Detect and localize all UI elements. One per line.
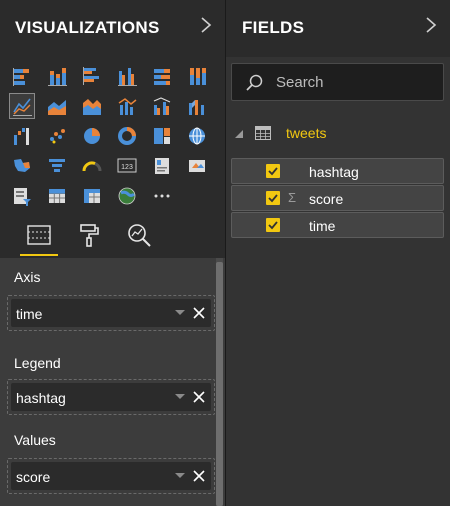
scatter-chart-icon[interactable] — [45, 124, 69, 148]
search-icon — [246, 74, 263, 91]
legend-field-pill[interactable]: hashtag — [11, 383, 211, 411]
pie-chart-icon[interactable] — [80, 124, 104, 148]
field-row[interactable]: hashtag — [231, 158, 444, 184]
gauge-icon[interactable] — [80, 154, 104, 178]
clustered-bar-chart-icon[interactable] — [80, 64, 104, 88]
field-name: score — [309, 191, 344, 207]
treemap-icon[interactable] — [150, 124, 174, 148]
map-icon[interactable] — [185, 124, 209, 148]
visualization-subtabs — [0, 212, 225, 258]
funnel-icon[interactable] — [45, 154, 69, 178]
values-well[interactable]: score — [7, 458, 215, 494]
field-checkbox[interactable] — [266, 164, 280, 178]
legend-dropdown-icon[interactable] — [175, 394, 185, 399]
paint-roller-icon — [80, 224, 99, 247]
axis-field-pill[interactable]: time — [11, 299, 211, 327]
axis-remove-icon[interactable] — [192, 306, 206, 320]
ribbon-chart-icon[interactable] — [185, 94, 209, 118]
waterfall-chart-icon[interactable] — [10, 124, 34, 148]
clustered-column-chart-icon[interactable] — [115, 64, 139, 88]
field-row[interactable]: Σ score — [231, 185, 444, 211]
fields-header: FIELDS — [226, 0, 450, 57]
card-icon[interactable]: 123 — [115, 154, 139, 178]
100pct-stacked-bar-chart-icon[interactable] — [150, 64, 174, 88]
axis-well-label: Axis — [14, 269, 41, 285]
axis-dropdown-icon[interactable] — [175, 310, 185, 315]
100pct-stacked-column-chart-icon[interactable] — [185, 64, 209, 88]
table-icon — [255, 126, 271, 140]
fields-pane: FIELDS tweets hashtag Σ score time — [226, 0, 450, 506]
analytics-magnifier-icon — [128, 224, 151, 247]
arcgis-map-icon[interactable] — [115, 184, 139, 208]
fields-search-box[interactable] — [231, 63, 444, 101]
fields-title: FIELDS — [242, 18, 305, 37]
line-chart-icon[interactable] — [9, 93, 35, 119]
multi-row-card-icon[interactable] — [150, 154, 174, 178]
field-row[interactable]: time — [231, 212, 444, 238]
legend-well-label: Legend — [14, 355, 61, 371]
wells-scrollbar-thumb[interactable] — [216, 262, 223, 506]
values-field-pill[interactable]: score — [11, 462, 211, 490]
stacked-column-chart-icon[interactable] — [45, 64, 69, 88]
analytics-tab[interactable] — [124, 220, 154, 250]
fields-well-tab[interactable] — [20, 220, 58, 256]
legend-well[interactable]: hashtag — [7, 379, 215, 415]
slicer-icon[interactable] — [10, 184, 34, 208]
line-and-stacked-column-chart-icon[interactable] — [115, 94, 139, 118]
format-tab[interactable] — [74, 220, 104, 250]
collapse-visualizations-icon[interactable] — [199, 14, 213, 36]
sigma-icon: Σ — [288, 190, 297, 205]
search-input[interactable] — [276, 72, 436, 92]
axis-field-name: time — [16, 306, 43, 322]
table-tweets[interactable]: tweets — [226, 120, 450, 146]
values-dropdown-icon[interactable] — [175, 473, 185, 478]
svg-text:123: 123 — [121, 164, 133, 171]
legend-remove-icon[interactable] — [192, 390, 206, 404]
values-well-label: Values — [14, 432, 56, 448]
expand-collapse-icon[interactable] — [235, 130, 243, 138]
stacked-bar-chart-icon[interactable] — [10, 64, 34, 88]
fields-well-icon — [27, 225, 51, 245]
collapse-fields-icon[interactable] — [424, 14, 438, 36]
donut-chart-icon[interactable] — [115, 124, 139, 148]
field-name: time — [309, 218, 336, 234]
values-remove-icon[interactable] — [192, 469, 206, 483]
filled-map-icon[interactable] — [10, 154, 34, 178]
stacked-area-chart-icon[interactable] — [80, 94, 104, 118]
matrix-icon[interactable] — [80, 184, 104, 208]
values-field-name: score — [16, 469, 51, 485]
field-checkbox[interactable] — [266, 191, 280, 205]
visualizations-pane: VISUALIZATIONS 123 Axis time Legend hash… — [0, 0, 225, 506]
kpi-icon[interactable] — [185, 154, 209, 178]
line-and-clustered-column-chart-icon[interactable] — [150, 94, 174, 118]
field-wells: Axis time Legend hashtag Values score — [0, 258, 225, 506]
more-visuals-icon[interactable] — [150, 184, 174, 208]
axis-well[interactable]: time — [7, 295, 215, 331]
area-chart-icon[interactable] — [45, 94, 69, 118]
table-name: tweets — [286, 125, 327, 141]
legend-field-name: hashtag — [16, 390, 66, 406]
table-icon[interactable] — [45, 184, 69, 208]
field-name: hashtag — [309, 164, 359, 180]
visualizations-header: VISUALIZATIONS — [0, 0, 225, 57]
visualizations-title: VISUALIZATIONS — [15, 18, 160, 37]
field-checkbox[interactable] — [266, 218, 280, 232]
